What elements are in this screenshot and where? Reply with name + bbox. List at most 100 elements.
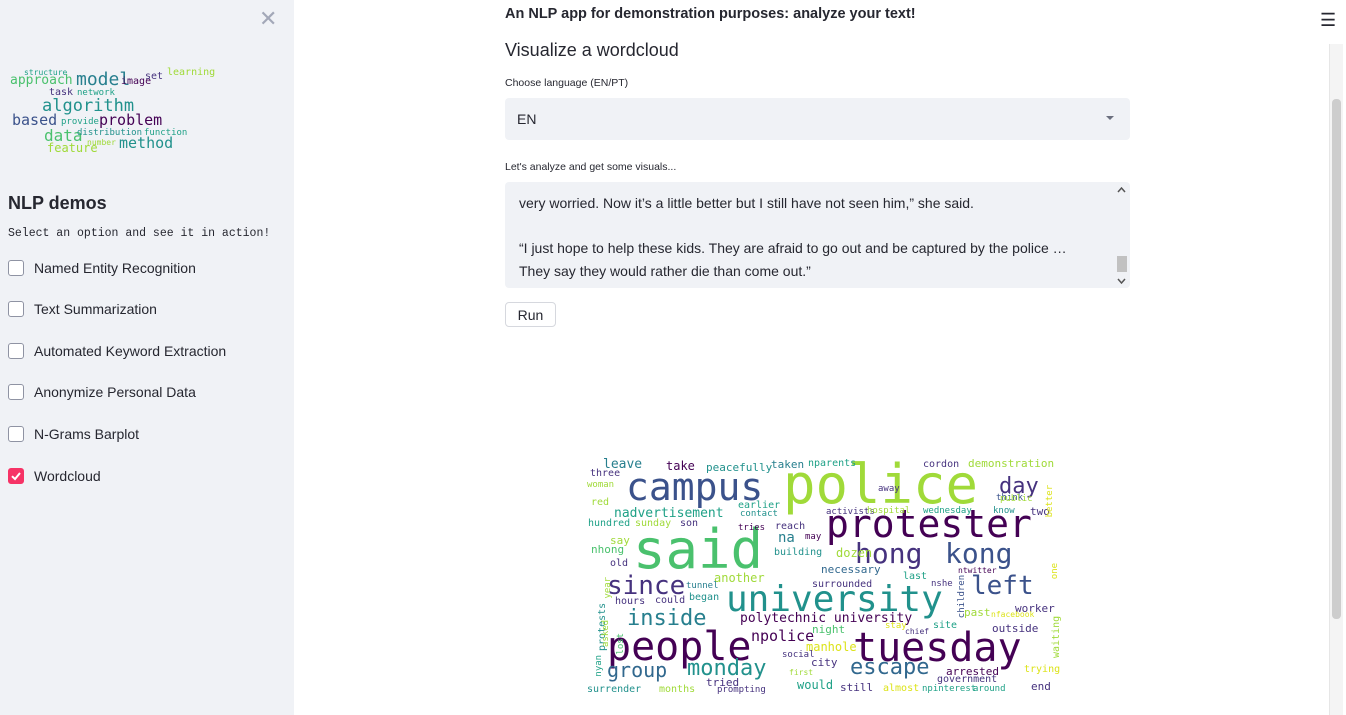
textarea-scroll-thumb[interactable] (1117, 256, 1127, 272)
wordcloud-word: lost (616, 632, 626, 655)
wordcloud-word: hospital (867, 506, 911, 516)
wordcloud-word: almost (883, 683, 920, 694)
scroll-up-icon[interactable] (1116, 186, 1127, 194)
wordcloud-word: peacefully (706, 461, 773, 474)
option-anonymize-data[interactable]: Anonymize Personal Data (8, 381, 196, 403)
scroll-down-icon[interactable] (1116, 277, 1127, 285)
wordcloud-word: woman (587, 480, 615, 490)
sidebar-subtitle: Select an option and see it in action! (8, 227, 271, 240)
wordcloud-word: inside (627, 606, 707, 631)
close-icon[interactable]: ✕ (259, 8, 277, 30)
page-subheading: Visualize a wordcloud (505, 40, 679, 60)
chevron-down-icon[interactable] (1106, 116, 1114, 120)
wordcloud-word: say (610, 534, 630, 547)
wordcloud-word: could (655, 595, 686, 606)
wordcloud-word: months (659, 684, 696, 695)
wordcloud-word: past (964, 606, 991, 619)
wordcloud-word: one (1050, 562, 1060, 580)
wordcloud-word: public (1000, 494, 1033, 504)
option-label: Text Summarization (34, 301, 157, 317)
logo-word: provide (61, 117, 99, 127)
wordcloud-word: group (607, 658, 668, 682)
wordcloud-word: began (689, 592, 720, 603)
option-label: Named Entity Recognition (34, 260, 196, 276)
checkbox[interactable] (8, 426, 24, 442)
wordcloud-word: take (666, 459, 695, 473)
option-label: Automated Keyword Extraction (34, 343, 227, 359)
wordcloud-word: nyan (594, 654, 604, 677)
wordcloud-word: red (591, 497, 610, 508)
wordcloud-word: chief (905, 627, 930, 636)
wordcloud-word: tunnel (686, 581, 719, 591)
hamburger-menu-icon[interactable]: ☰ (1320, 11, 1336, 29)
wordcloud-word: another (714, 571, 765, 585)
check-icon (11, 472, 21, 481)
wordcloud-word: old (610, 558, 629, 569)
wordcloud-word: dozen (836, 546, 873, 560)
wordcloud-word: kong (945, 537, 1013, 570)
wordcloud-word: nfacebook (991, 610, 1035, 619)
wordcloud-word: year (603, 576, 613, 599)
checkbox[interactable] (8, 260, 24, 276)
page-scrollbar[interactable] (1329, 44, 1343, 715)
language-value: EN (517, 111, 537, 127)
checkbox[interactable] (8, 301, 24, 317)
option-named-entity-recognition[interactable]: Named Entity Recognition (8, 257, 196, 279)
wordcloud-word: better (1045, 484, 1055, 518)
wordcloud-word: nshe (931, 579, 953, 589)
wordcloud-word: hundred (588, 518, 631, 529)
wordcloud-word: surrounded (812, 579, 873, 590)
wordcloud-word: tries (738, 523, 766, 533)
sidebar: ✕ structure approach model image algorithm ta… (0, 0, 294, 715)
wordcloud-word: hours (615, 596, 646, 607)
scrollbar-thumb[interactable] (1332, 99, 1341, 619)
wordcloud-word: away (878, 484, 900, 494)
wordcloud-image: police said protester campus university tuesd… (583, 455, 1065, 700)
wordcloud-word: still (840, 681, 874, 694)
wordcloud-word: prompting (717, 685, 766, 695)
wordcloud-word: taken (771, 458, 805, 471)
wordcloud-word: npolice (751, 627, 815, 645)
text-line: “I just hope to help these kids. They ar… (519, 240, 1067, 256)
run-button[interactable]: Run (505, 302, 556, 327)
option-ngrams-barplot[interactable]: N-Grams Barplot (8, 423, 139, 445)
option-wordcloud[interactable]: Wordcloud (8, 465, 101, 487)
checkbox-checked[interactable] (8, 468, 24, 484)
wordcloud-word: nparents (808, 458, 857, 469)
wordcloud-word: son (680, 518, 699, 529)
sidebar-logo-wordcloud: structure approach model image algorithm task… (9, 68, 215, 155)
wordcloud-word: surrender (587, 684, 642, 695)
wordcloud-word: know (993, 506, 1015, 516)
wordcloud-word: social (782, 650, 815, 660)
language-select[interactable]: EN (505, 98, 1130, 140)
wordcloud-word: waiting (1051, 615, 1062, 658)
wordcloud-word: contact (740, 509, 778, 519)
wordcloud-word: na (778, 530, 795, 546)
text-input-area[interactable]: very worried. Now it’s a little better b… (505, 182, 1130, 288)
sidebar-title: NLP demos (8, 193, 107, 213)
text-line: They say they would rather die than come… (519, 263, 811, 279)
wordcloud-word: three (590, 468, 621, 479)
wordcloud-word: left (971, 571, 1034, 601)
wordcloud-word: last (903, 571, 928, 582)
wordcloud-word: escape (850, 655, 930, 680)
wordcloud-word: sunday (635, 518, 672, 529)
wordcloud-word: stay (885, 621, 907, 631)
option-label: Anonymize Personal Data (34, 384, 196, 400)
wordcloud-word: trying (1024, 664, 1061, 675)
checkbox[interactable] (8, 384, 24, 400)
wordcloud-word: end (1031, 680, 1051, 693)
wordcloud-word: building (774, 547, 823, 558)
checkbox[interactable] (8, 343, 24, 359)
option-text-summarization[interactable]: Text Summarization (8, 298, 157, 320)
logo-word: number (87, 138, 116, 147)
logo-word: problem (99, 111, 163, 129)
wordcloud-word: outside (992, 622, 1039, 635)
text-line: very worried. Now it’s a little better b… (519, 195, 974, 211)
wordcloud-word: wednesday (923, 506, 972, 516)
option-keyword-extraction[interactable]: Automated Keyword Extraction (8, 340, 226, 362)
option-label: Wordcloud (34, 468, 101, 484)
textarea-scrollbar[interactable] (1116, 186, 1127, 285)
wordcloud-word: site (933, 620, 958, 631)
text-label: Let's analyze and get some visuals... (505, 161, 677, 173)
